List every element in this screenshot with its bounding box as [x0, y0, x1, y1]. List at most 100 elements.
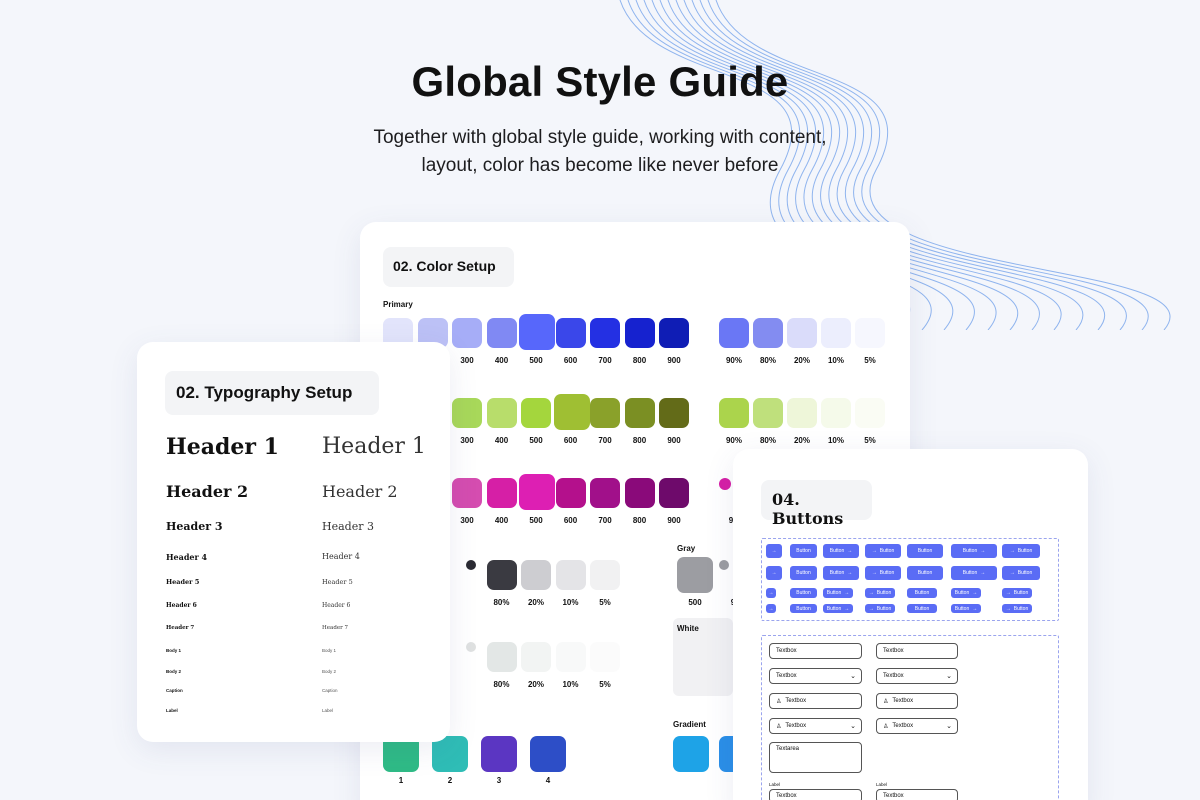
shade-label: 400: [494, 436, 509, 445]
gray-swatch-partial: [719, 560, 729, 570]
page-subtitle: Together with global style guide, workin…: [300, 124, 900, 180]
textbox-field[interactable]: ♙ Textbox ⌄: [876, 718, 958, 734]
user-icon: ♙: [883, 723, 889, 730]
header-regular-sample: Header 7: [322, 625, 348, 631]
arrow-right-icon: →: [871, 548, 877, 554]
opacity-label: 20%: [793, 436, 810, 445]
chevron-down-icon: ⌄: [850, 673, 856, 680]
button-label: Button: [954, 590, 970, 596]
subtitle-line-2: layout, color has become like never befo…: [421, 155, 779, 176]
gray-label: Gray: [677, 544, 696, 553]
opacity-label: 20%: [793, 356, 810, 365]
textbox-field[interactable]: ♙ Textbox: [769, 693, 862, 709]
textbox-field[interactable]: Textbox ⌄: [876, 668, 958, 684]
labeled-textbox-field[interactable]: Textbox: [876, 789, 958, 800]
body-sample: Label: [322, 708, 334, 713]
gray-500-label: 500: [688, 598, 702, 607]
sample-button[interactable]: →: [766, 588, 776, 598]
button-label: Button: [876, 605, 892, 612]
opacity-label: 80%: [493, 598, 510, 607]
color-swatch: [521, 642, 551, 672]
sample-button[interactable]: → Button: [865, 566, 901, 580]
body-sample: Body 2: [166, 669, 182, 674]
sample-button[interactable]: Button: [907, 588, 937, 598]
textbox-field[interactable]: Textbox ⌄: [769, 668, 862, 684]
button-label: Button: [879, 570, 895, 576]
button-label: Button: [829, 570, 845, 576]
color-swatch: [555, 478, 586, 508]
sample-button[interactable]: Button: [907, 604, 937, 613]
header-bold-sample: Header 7: [166, 625, 195, 631]
sample-button[interactable]: Button: [907, 544, 943, 558]
shade-label: 900: [667, 356, 681, 365]
body-sample: Caption: [166, 688, 183, 693]
typography-setup-card: 02. Typography Setup Header 1 Header 1 Hea…: [137, 342, 450, 742]
header-regular-sample: Header 4: [322, 552, 360, 561]
opacity-label: 10%: [562, 598, 579, 607]
sample-button[interactable]: Button: [790, 604, 817, 613]
sample-button[interactable]: → Button: [865, 588, 895, 598]
textbox-field[interactable]: ♙ Textbox: [876, 693, 958, 709]
textbox-field[interactable]: Textbox: [769, 643, 862, 659]
sample-button[interactable]: Button →: [951, 588, 981, 598]
color-swatch: [821, 318, 851, 348]
textbox-value: Textbox: [883, 793, 904, 799]
textbox-value: Textbox: [892, 723, 914, 729]
sample-button[interactable]: Button →: [823, 566, 859, 580]
body-sample: Body 1: [166, 648, 182, 653]
textbox-value: Textbox: [892, 698, 914, 704]
sample-button[interactable]: →: [766, 566, 782, 580]
color-swatch: [753, 318, 783, 348]
shade-label: 900: [667, 436, 681, 445]
color-swatch: [555, 318, 586, 348]
sample-button[interactable]: Button →: [823, 604, 853, 613]
user-icon: ♙: [883, 698, 889, 705]
textbox-field[interactable]: ♙ Textbox ⌄: [769, 718, 862, 734]
labeled-textbox-field[interactable]: Textbox: [769, 789, 862, 800]
arrow-right-icon: →: [980, 548, 986, 554]
shade-label: 700: [598, 356, 612, 365]
sample-button[interactable]: →: [766, 544, 782, 558]
color-swatch: [753, 398, 783, 428]
opacity-label: 10%: [827, 436, 844, 445]
color-swatch: [659, 318, 689, 348]
sample-button[interactable]: Button: [907, 566, 943, 580]
sample-button[interactable]: Button →: [951, 604, 981, 613]
color-swatch: [486, 560, 517, 590]
sample-button[interactable]: → Button: [1002, 566, 1040, 580]
sample-button[interactable]: → Button: [1002, 588, 1032, 598]
button-label: Button: [796, 548, 811, 554]
color-swatch: [452, 318, 482, 348]
color-swatch: [624, 478, 655, 508]
user-icon: ♙: [776, 723, 782, 730]
sample-button[interactable]: Button →: [823, 544, 859, 558]
color-swatch: [590, 642, 620, 672]
gradient-label: 3: [496, 776, 502, 785]
sample-button[interactable]: → Button: [865, 604, 895, 613]
shade-label: 700: [598, 516, 612, 525]
opacity-label: 80%: [493, 680, 510, 689]
textarea-field[interactable]: Textarea: [769, 742, 862, 773]
sample-button[interactable]: Button →: [951, 566, 997, 580]
sample-button[interactable]: → Button: [1002, 544, 1040, 558]
opacity-label: 10%: [562, 680, 579, 689]
header-regular-sample: Header 6: [322, 602, 351, 609]
buttons-card: 04. Buttons → Button Button → → Button Button B…: [733, 449, 1088, 800]
textbox-field[interactable]: Textbox: [876, 643, 958, 659]
textbox-value: Textbox: [776, 673, 797, 679]
sample-button[interactable]: →: [766, 604, 776, 613]
button-label: Button: [962, 548, 978, 554]
opacity-label: 90%: [725, 356, 742, 365]
sample-button[interactable]: Button: [790, 588, 817, 598]
button-label: Button: [914, 590, 930, 596]
chevron-down-icon: ⌄: [946, 673, 952, 680]
color-swatch: [855, 398, 885, 428]
textbox-value: Textbox: [883, 648, 904, 654]
shade-label: 500: [529, 516, 543, 525]
sample-button[interactable]: Button →: [951, 544, 997, 558]
sample-button[interactable]: → Button: [1002, 604, 1032, 613]
sample-button[interactable]: Button: [790, 566, 817, 580]
sample-button[interactable]: → Button: [865, 544, 901, 558]
sample-button[interactable]: Button →: [823, 588, 853, 598]
sample-button[interactable]: Button: [790, 544, 817, 558]
